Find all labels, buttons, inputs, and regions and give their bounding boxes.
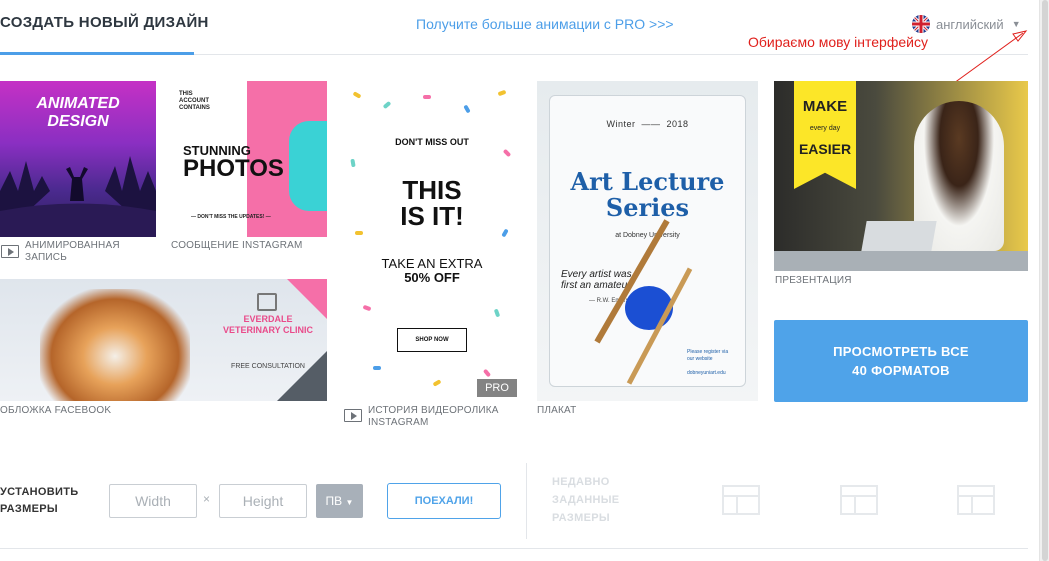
set-size-label: УСТАНОВИТЬ РАЗМЕРЫ [0, 486, 79, 515]
confetti [432, 379, 442, 387]
divider [0, 548, 1028, 549]
desk-surface [774, 251, 1028, 271]
pink-corner [287, 279, 327, 319]
artwork-title: Art Lecture Series [570, 167, 725, 222]
clinic-logo-icon [257, 293, 277, 311]
uk-flag-icon [912, 15, 930, 33]
artwork-every-day: every day [809, 125, 841, 132]
artwork-university: at Dobney University [615, 232, 680, 239]
template-caption: ПРЕЗЕНТАЦИЯ [775, 275, 852, 286]
confetti [382, 100, 392, 110]
confetti [355, 231, 363, 235]
laptop-shape [861, 221, 937, 251]
confetti [362, 304, 372, 312]
artwork-easier: EASIER [798, 141, 852, 157]
layout-placeholder-icon [957, 485, 995, 515]
video-icon [1, 245, 19, 258]
chevron-down-icon: ▼ [1011, 19, 1021, 29]
confetti [493, 308, 501, 318]
template-caption: АНИМИРОВАННАЯ ЗАПИСЬ [25, 240, 120, 263]
confetti [352, 91, 362, 99]
artwork-kicker: THIS ACCOUNT CONTAINS [179, 91, 210, 111]
dog-photo [40, 289, 190, 401]
layout-placeholder-icon [840, 485, 878, 515]
width-input[interactable]: Width [109, 484, 197, 518]
artwork-line2: PHOTOS [183, 155, 284, 182]
language-label: английский [936, 16, 1004, 32]
chevron-down-icon: ▼ [345, 498, 354, 507]
confetti [463, 104, 471, 114]
divider [526, 463, 527, 539]
template-animated-post[interactable]: ANIMATED DESIGN [0, 81, 156, 237]
artwork-headline: THIS IS IT! [400, 175, 464, 231]
forest-illustration [0, 156, 156, 237]
model-photo [289, 121, 327, 211]
confetti [482, 368, 492, 378]
video-icon [344, 409, 362, 422]
artwork-make: MAKE [802, 98, 848, 115]
confetti [502, 148, 512, 158]
language-selector[interactable]: английский ▼ [912, 15, 1021, 33]
layout-placeholder-icon [722, 485, 760, 515]
artwork-quote: Every artist was first an amateur [561, 269, 632, 291]
artwork-shop-button: SHOP NOW [397, 328, 467, 352]
template-caption: ОБЛОЖКА FACEBOOK [0, 405, 112, 416]
unit-dropdown[interactable]: ПВ ▼ [316, 484, 363, 518]
artwork-date: Winter —— 2018 [606, 119, 689, 129]
pro-upgrade-link[interactable]: Получите больше анимации с PRO >>> [416, 16, 674, 32]
page-scrollbar[interactable] [1039, 0, 1049, 561]
go-button[interactable]: ПОЕХАЛИ! [387, 483, 501, 519]
tab-create-new-design[interactable]: СОЗДАТЬ НОВЫЙ ДИЗАЙН [0, 14, 209, 31]
gray-corner [277, 351, 327, 401]
recent-sizes-label: НЕДАВНО ЗАДАННЫЕ РАЗМЕРЫ [552, 476, 620, 524]
artwork-clinic-name: EVERDALE VETERINARY CLINIC [222, 314, 313, 335]
template-poster[interactable]: Winter —— 2018 Art Lecture Series at Dobn… [537, 81, 758, 401]
template-facebook-cover[interactable]: EVERDALE VETERINARY CLINIC FREE CONSULTAT… [0, 279, 327, 401]
height-input[interactable]: Height [219, 484, 307, 518]
artwork-kicker: DON'T MISS OUT [395, 137, 469, 147]
pro-badge: PRO [477, 379, 517, 397]
confetti [423, 95, 431, 99]
template-caption: СООБЩЕНИЕ INSTAGRAM [171, 240, 303, 251]
confetti [350, 158, 356, 168]
artwork-offer: TAKE AN EXTRA 50% OFF [381, 256, 483, 285]
artwork-footer: — DON'T MISS THE UPDATES! — [191, 214, 271, 220]
artwork-website: Please register via our website dobneyunia… [687, 349, 729, 376]
template-instagram-story[interactable]: DON'T MISS OUT THIS IS IT! TAKE AN EXTRA 5… [343, 81, 521, 401]
annotation-text: Обираємо мову інтерфейсу [748, 34, 928, 50]
view-all-formats-button[interactable]: ПРОСМОТРЕТЬ ВСЕ 40 ФОРМАТОВ [774, 320, 1028, 402]
dimension-separator: × [203, 492, 211, 506]
confetti [373, 366, 381, 370]
template-caption: ИСТОРИЯ ВИДЕОРОЛИКА INSTAGRAM [368, 405, 499, 428]
confetti [501, 228, 509, 238]
scrollbar-thumb[interactable] [1042, 0, 1048, 561]
template-presentation[interactable]: MAKE every day EASIER [774, 81, 1028, 271]
template-instagram-post[interactable]: THIS ACCOUNT CONTAINS STUNNING PHOTOS — DO… [171, 81, 327, 237]
artwork-consultation: FREE CONSULTATION [231, 363, 305, 370]
template-caption: ПЛАКАТ [537, 405, 577, 416]
confetti [497, 89, 507, 97]
active-tab-underline [0, 52, 194, 55]
